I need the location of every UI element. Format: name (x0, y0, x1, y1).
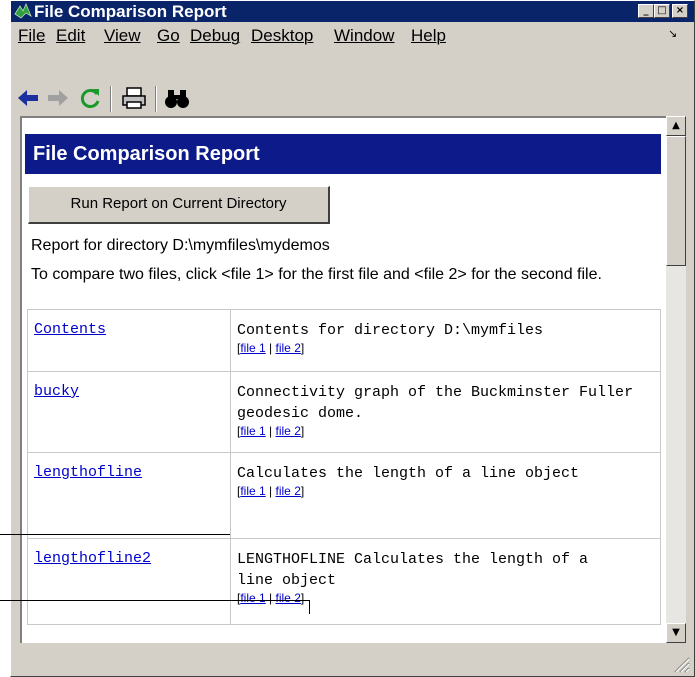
table-row: bucky Connectivity graph of the Buckmins… (27, 371, 661, 453)
file-description: Calculates the length of a line object (237, 465, 580, 482)
table-row: Contents Contents for directory D:\mymfi… (27, 309, 661, 372)
find-binoculars-icon[interactable] (164, 88, 190, 110)
forward-arrow-icon[interactable] (46, 87, 70, 109)
refresh-icon[interactable] (78, 86, 102, 110)
bracket-close: ] (300, 341, 305, 355)
menu-view[interactable]: View (104, 26, 141, 46)
close-button[interactable]: × (672, 4, 688, 18)
file-name-cell: lengthofline (27, 452, 231, 539)
comparison-table: Contents Contents for directory D:\mymfi… (27, 309, 661, 625)
maximize-button[interactable]: □ (654, 4, 670, 18)
compare-links: [file 1 | file 2] (237, 591, 654, 605)
file-link-lengthofline2[interactable]: lengthofline2 (34, 550, 151, 567)
callout-line-file1 (0, 534, 230, 535)
file-link-contents[interactable]: Contents (34, 321, 106, 338)
compare-links: [file 1 | file 2] (237, 484, 654, 498)
bracket-close: ] (300, 591, 305, 605)
file2-link[interactable]: file 2 (276, 591, 301, 605)
callout-line-file2 (0, 600, 310, 601)
file1-link[interactable]: file 1 (240, 591, 265, 605)
instructions-text: To compare two files, click <file 1> for… (31, 266, 602, 283)
description-cell: Connectivity graph of the Buckminster Fu… (230, 371, 661, 453)
back-arrow-icon[interactable] (16, 87, 40, 109)
file1-link[interactable]: file 1 (240, 424, 265, 438)
file1-link[interactable]: file 1 (240, 484, 265, 498)
file-description: Connectivity graph of the Buckminster Fu… (237, 384, 634, 422)
matlab-icon (14, 3, 32, 19)
table-row: lengthofline Calculates the length of a … (27, 452, 661, 539)
report-heading: File Comparison Report (33, 143, 260, 165)
status-bar (11, 645, 694, 676)
toolbar-separator (110, 86, 112, 112)
menu-go[interactable]: Go (157, 26, 180, 46)
file-name-cell: Contents (27, 309, 231, 372)
toolbar (11, 48, 694, 84)
menu-file[interactable]: File (18, 26, 45, 46)
file-name-cell: lengthofline2 (27, 538, 231, 625)
toolbar-separator (155, 86, 157, 112)
window-title: File Comparison Report (34, 2, 227, 21)
scroll-up-icon[interactable]: ▲ (666, 116, 686, 136)
menu-edit[interactable]: Edit (56, 26, 85, 46)
description-cell: Calculates the length of a line object [… (230, 452, 661, 539)
menu-overflow-icon[interactable]: ↘ (668, 27, 677, 40)
file-name-cell: bucky (27, 371, 231, 453)
menu-desktop[interactable]: Desktop (251, 26, 313, 46)
compare-links: [file 1 | file 2] (237, 424, 654, 438)
callout-line-file2-tick (309, 600, 310, 614)
description-cell: LENGTHOFLINE Calculates the length of a … (230, 538, 661, 625)
directory-text: Report for directory D:\mymfiles\mydemos (31, 237, 330, 254)
file2-link[interactable]: file 2 (276, 424, 301, 438)
scroll-down-icon[interactable]: ▼ (666, 623, 686, 643)
print-icon[interactable] (121, 86, 147, 110)
menu-window[interactable]: Window (334, 26, 394, 46)
compare-links: [file 1 | file 2] (237, 341, 654, 355)
menu-help[interactable]: Help (411, 26, 446, 46)
menu-debug[interactable]: Debug (190, 26, 240, 46)
run-report-button[interactable]: Run Report on Current Directory (28, 186, 330, 224)
description-cell: Contents for directory D:\mymfiles [file… (230, 309, 661, 372)
file-link-bucky[interactable]: bucky (34, 383, 79, 400)
table-row: lengthofline2 LENGTHOFLINE Calculates th… (27, 538, 661, 625)
resize-grip-icon[interactable] (672, 655, 690, 673)
file-link-lengthofline[interactable]: lengthofline (34, 464, 142, 481)
scroll-thumb[interactable] (666, 136, 686, 266)
file2-link[interactable]: file 2 (276, 484, 301, 498)
file-description: LENGTHOFLINE Calculates the length of a … (237, 551, 589, 589)
file-description: Contents for directory D:\mymfiles (237, 322, 544, 339)
minimize-button[interactable]: _ (638, 4, 654, 18)
bracket-close: ] (300, 424, 305, 438)
bracket-close: ] (300, 484, 305, 498)
file2-link[interactable]: file 2 (276, 341, 301, 355)
file1-link[interactable]: file 1 (240, 341, 265, 355)
